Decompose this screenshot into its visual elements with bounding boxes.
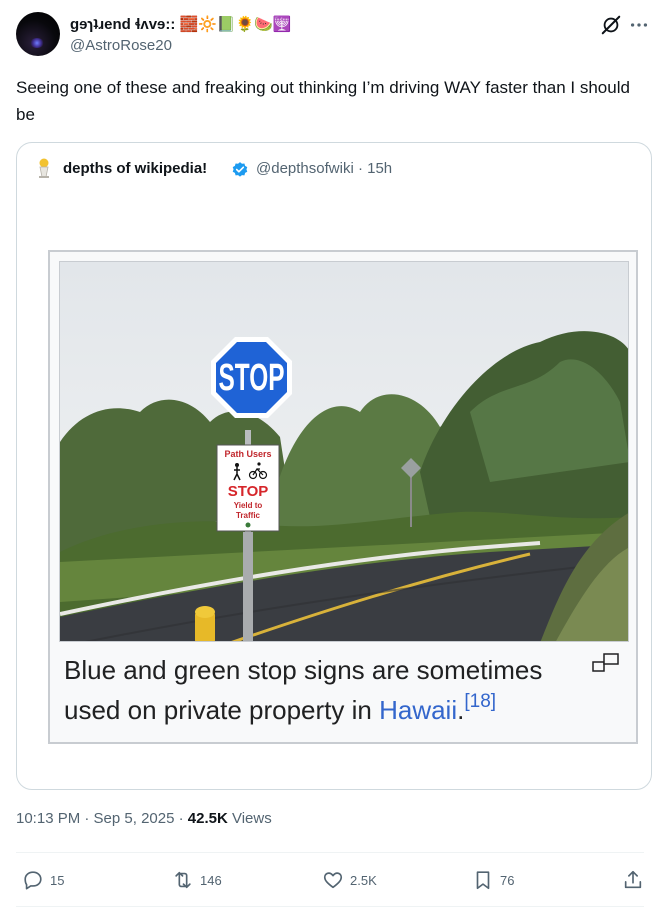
repost-count: 146 (200, 872, 222, 888)
reply-count: 15 (50, 872, 65, 888)
share-icon (624, 870, 642, 889)
avatar[interactable] (16, 12, 60, 56)
enlarge-icon[interactable] (592, 652, 620, 674)
citation-link[interactable]: [18] (464, 691, 496, 712)
yield-line1-text: Yield to (234, 501, 263, 510)
quoted-author-avatar[interactable] (34, 157, 54, 179)
divider (16, 852, 644, 853)
views-count: 42.5K (187, 810, 228, 827)
share-button[interactable] (622, 868, 650, 892)
tweet-timestamp-row: 10:13 PM · Sep 5, 2025 · 42.5K Views (16, 810, 272, 827)
more-icon[interactable] (628, 14, 650, 36)
avatar-glow (30, 38, 44, 48)
like-count: 2.5K (350, 872, 377, 888)
small-stop-text: STOP (228, 483, 269, 500)
views-label: Views (227, 810, 272, 827)
reply-icon (24, 871, 42, 890)
yield-line2-text: Traffic (236, 511, 261, 520)
wiki-caption: Blue and green stop signs are sometimes … (64, 650, 584, 730)
tweet-text: Seeing one of these and freaking out thi… (16, 78, 630, 124)
quoted-tweet-card[interactable]: depths of wikipedia! @depthsofwiki · 15h (16, 142, 652, 790)
like-button[interactable]: 2.5K (322, 868, 377, 892)
verified-icon (232, 162, 248, 177)
bookmark-count: 76 (500, 872, 515, 888)
path-users-text: Path Users (224, 449, 271, 459)
bookmark-button[interactable]: 76 (472, 868, 514, 892)
hawaii-link[interactable]: Hawaii (379, 695, 457, 725)
quoted-author-name[interactable]: depths of wikipedia! (63, 160, 207, 177)
reply-button[interactable]: 15 (22, 868, 64, 892)
like-icon (323, 872, 343, 889)
caption-text: Blue and green stop signs are sometimes … (64, 655, 543, 725)
repost-icon (175, 871, 191, 889)
tweet-header: gɘɿʇɹend ɬʌvɘ:: 🧱🔆📗🌻🍉🕎 @AstroRose20 (16, 12, 648, 60)
tweet-time[interactable]: 10:13 PM · Sep 5, 2025 · (16, 810, 188, 827)
author-handle[interactable]: @AstroRose20 (70, 37, 172, 54)
wiki-image-frame: STOP Path Users STOP Yield to Traffic Bl… (48, 250, 638, 744)
author-display-name[interactable]: gɘɿʇɹend ɬʌvɘ:: 🧱🔆📗🌻🍉🕎 (70, 15, 292, 33)
blue-sign-text: STOP (219, 357, 285, 399)
grok-icon[interactable] (600, 14, 622, 36)
photo-scene: STOP Path Users STOP Yield to Traffic (60, 262, 628, 641)
bookmark-icon (476, 871, 490, 890)
quoted-author-meta: @depthsofwiki · 15h (256, 160, 393, 177)
repost-button[interactable]: 146 (172, 868, 222, 892)
stop-sign-photo[interactable]: STOP Path Users STOP Yield to Traffic (59, 261, 629, 642)
divider (16, 906, 644, 907)
